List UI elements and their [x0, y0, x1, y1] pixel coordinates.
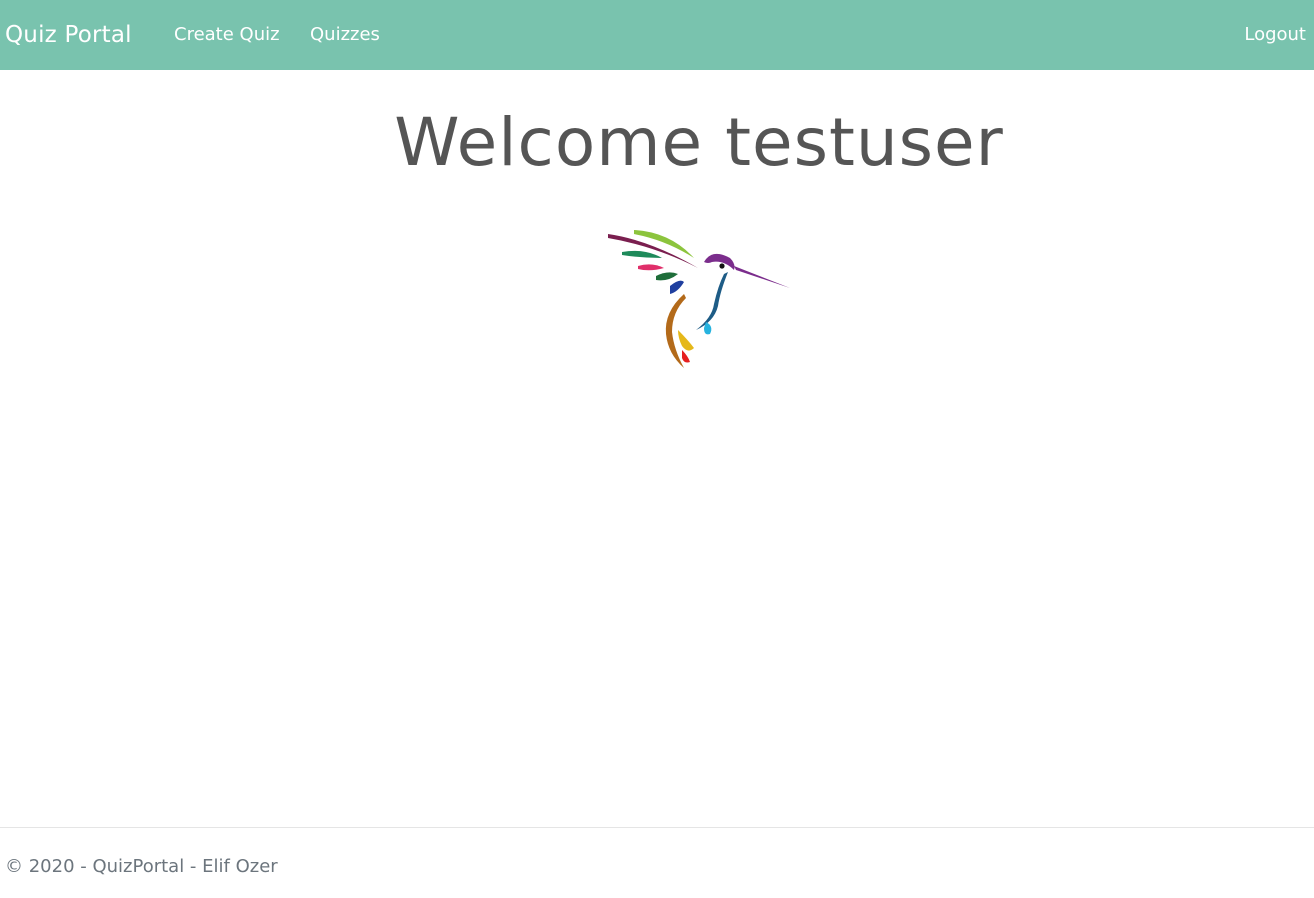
logout-link[interactable]: Logout	[1244, 22, 1306, 48]
footer-copyright: © 2020 - QuizPortal - Elif Ozer	[5, 856, 278, 877]
nav-create-quiz[interactable]: Create Quiz	[174, 22, 280, 48]
welcome-heading: Welcome testuser	[394, 104, 1004, 181]
footer-divider	[0, 827, 1314, 828]
top-navbar: Quiz Portal Create Quiz Quizzes Logout	[0, 0, 1314, 70]
brand-link[interactable]: Quiz Portal	[5, 20, 132, 50]
hummingbird-logo-icon	[608, 230, 790, 368]
nav-quizzes[interactable]: Quizzes	[310, 22, 380, 48]
